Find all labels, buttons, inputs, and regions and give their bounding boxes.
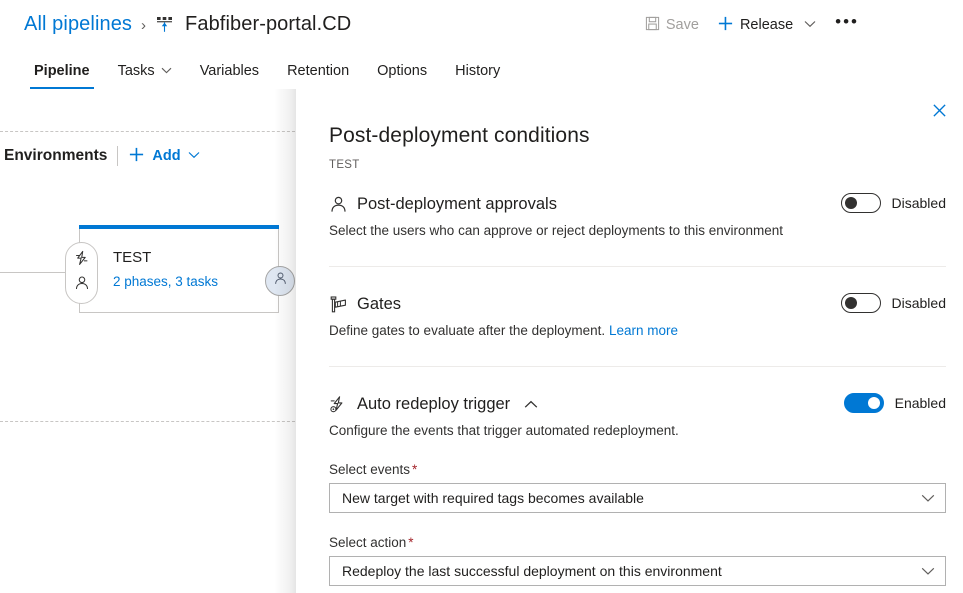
gates-title: Gates: [357, 295, 401, 314]
gate-icon: [329, 295, 348, 314]
release-label: Release: [740, 17, 793, 33]
tab-options[interactable]: Options: [363, 53, 441, 89]
person-icon: [329, 195, 348, 214]
approvals-title: Post-deployment approvals: [357, 195, 557, 214]
auto-redeploy-toggle[interactable]: [844, 393, 884, 413]
auto-redeploy-toggle-label: Enabled: [895, 395, 946, 411]
tab-retention-label: Retention: [287, 63, 349, 79]
canvas-divider-bottom: [0, 421, 300, 422]
select-action-label: Select action*: [329, 535, 946, 550]
gates-learn-more-link[interactable]: Learn more: [609, 323, 678, 338]
save-icon: [645, 16, 660, 35]
tab-pipeline[interactable]: Pipeline: [20, 53, 104, 89]
save-button[interactable]: Save: [636, 10, 708, 40]
tab-retention[interactable]: Retention: [273, 53, 363, 89]
tab-pipeline-label: Pipeline: [34, 63, 90, 79]
gates-toggle[interactable]: [841, 293, 881, 313]
section-post-deployment-approvals: Disabled Post-deployment approvals Selec…: [329, 193, 946, 266]
breadcrumb: All pipelines › Fabfiber-portal.CD: [24, 8, 351, 40]
field-select-events: Select events* New target with required …: [329, 462, 946, 513]
breadcrumb-separator-icon: ›: [141, 15, 146, 34]
approvals-description: Select the users who can approve or reje…: [329, 222, 946, 240]
auto-redeploy-icon: [329, 395, 348, 414]
plus-icon: [128, 146, 145, 166]
select-action-dropdown[interactable]: Redeploy the last successful deployment …: [329, 556, 946, 586]
canvas-divider-top: [0, 131, 300, 132]
chevron-down-icon: [188, 151, 200, 162]
tab-variables[interactable]: Variables: [186, 53, 273, 89]
auto-redeploy-description-text: Configure the events that trigger automa…: [329, 423, 679, 438]
app-root: All pipelines › Fabfiber-portal.CD: [0, 0, 963, 593]
environment-card-subtitle[interactable]: 2 phases, 3 tasks: [113, 274, 218, 289]
environment-card-name: TEST: [113, 249, 151, 266]
section-auto-redeploy-trigger: Enabled Auto redeploy trigger: [329, 366, 946, 593]
select-action-value: Redeploy the last successful deployment …: [330, 563, 756, 579]
field-select-action: Select action* Redeploy the last success…: [329, 535, 946, 586]
gates-description-text: Define gates to evaluate after the deplo…: [329, 323, 605, 338]
tab-history[interactable]: History: [441, 53, 514, 89]
toggle-knob: [845, 297, 857, 309]
auto-redeploy-toggle-wrap: Enabled: [844, 393, 946, 413]
select-events-dropdown[interactable]: New target with required tags becomes av…: [329, 483, 946, 513]
required-marker: *: [412, 462, 417, 477]
gates-description: Define gates to evaluate after the deplo…: [329, 322, 946, 340]
page-header: All pipelines › Fabfiber-portal.CD: [0, 0, 963, 48]
tab-variables-label: Variables: [200, 63, 259, 79]
trigger-bolt-icon: [74, 250, 90, 271]
approvals-toggle[interactable]: [841, 193, 881, 213]
select-events-label: Select events*: [329, 462, 946, 477]
environment-card-accent-bar: [79, 225, 279, 229]
toggle-knob: [868, 397, 880, 409]
select-action-label-text: Select action: [329, 535, 406, 550]
required-marker: *: [408, 535, 413, 550]
pipeline-icon: [155, 15, 174, 34]
more-actions-button[interactable]: •••: [825, 10, 869, 40]
panel-title: Post-deployment conditions: [329, 124, 590, 148]
add-environment-button[interactable]: Add: [128, 146, 199, 166]
post-deployment-conditions-panel: Post-deployment conditions TEST Disabled: [296, 89, 963, 593]
pipeline-canvas: Environments Add TEST 2 phases, 3 tasks: [0, 89, 300, 593]
tab-bar: Pipeline Tasks Variables Retention Optio…: [0, 52, 963, 89]
auto-redeploy-description: Configure the events that trigger automa…: [329, 422, 946, 440]
auto-redeploy-title: Auto redeploy trigger: [357, 395, 510, 414]
release-button[interactable]: Release: [708, 10, 825, 40]
tab-tasks[interactable]: Tasks: [104, 53, 186, 89]
plus-icon: [717, 15, 734, 36]
select-events-value: New target with required tags becomes av…: [330, 490, 678, 506]
environments-label: Environments: [4, 147, 107, 165]
panel-sections: Disabled Post-deployment approvals Selec…: [329, 193, 946, 593]
section-gates: Disabled Gates Define: [329, 266, 946, 366]
approvals-toggle-wrap: Disabled: [841, 193, 946, 213]
select-events-label-text: Select events: [329, 462, 410, 477]
tab-options-label: Options: [377, 63, 427, 79]
breadcrumb-all-pipelines-link[interactable]: All pipelines: [24, 13, 132, 36]
approvals-toggle-label: Disabled: [892, 195, 946, 211]
header-divider: [117, 146, 118, 166]
chevron-up-icon[interactable]: [524, 400, 538, 409]
panel-subtitle: TEST: [329, 159, 360, 171]
environment-card-test[interactable]: TEST 2 phases, 3 tasks: [79, 229, 279, 313]
gates-toggle-label: Disabled: [892, 295, 946, 311]
chevron-down-icon[interactable]: [921, 567, 935, 576]
gates-toggle-wrap: Disabled: [841, 293, 946, 313]
command-bar: Save Release •••: [636, 10, 869, 40]
tab-history-label: History: [455, 63, 500, 79]
pre-deployment-conditions-badge[interactable]: [65, 242, 98, 304]
chevron-down-icon: [161, 66, 172, 76]
close-icon[interactable]: [924, 95, 954, 125]
toggle-knob: [845, 197, 857, 209]
panel-edge-shadow: [274, 89, 296, 593]
chevron-down-icon[interactable]: [804, 20, 816, 31]
save-label: Save: [666, 17, 699, 33]
environments-header: Environments Add: [4, 146, 200, 166]
add-environment-label: Add: [152, 148, 180, 164]
approvals-description-text: Select the users who can approve or reje…: [329, 223, 783, 238]
person-icon: [74, 275, 90, 296]
tab-tasks-label: Tasks: [118, 63, 155, 79]
page-title: Fabfiber-portal.CD: [185, 13, 351, 36]
chevron-down-icon[interactable]: [921, 494, 935, 503]
